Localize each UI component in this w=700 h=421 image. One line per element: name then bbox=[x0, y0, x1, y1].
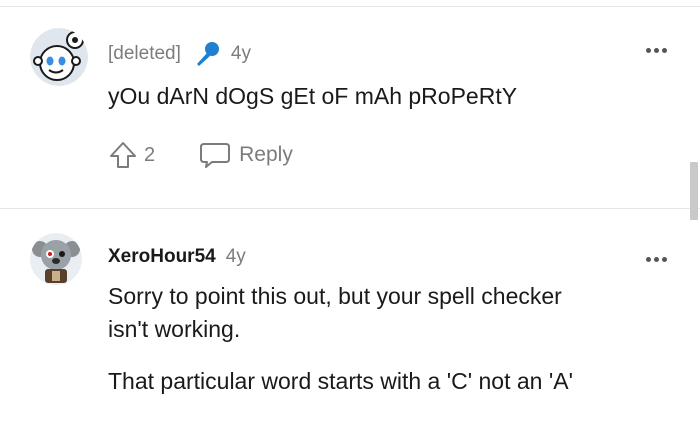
comment-body-line: That particular word starts with a 'C' n… bbox=[108, 368, 573, 394]
comment-age: 4y bbox=[230, 43, 251, 64]
more-options-button[interactable] bbox=[646, 257, 667, 262]
comment-body-line: Sorry to point this out, but your spell … bbox=[108, 283, 562, 309]
comment-body-line: isn't working. bbox=[108, 316, 241, 342]
speech-bubble-icon bbox=[199, 140, 231, 170]
vote-count: 2 bbox=[144, 143, 156, 166]
comment-xerohour54: XeroHour54 4y Sorry to point this out, b… bbox=[0, 209, 700, 421]
comment-body: yOu dArN dOgS gEt oF mAh pRoPeRtY bbox=[108, 83, 518, 109]
upvote-button[interactable]: 2 bbox=[108, 140, 155, 170]
snoo-avatar-icon[interactable] bbox=[30, 28, 88, 86]
reply-label: Reply bbox=[239, 143, 293, 166]
comment-age: 4y bbox=[225, 246, 246, 267]
koala-avatar-icon[interactable] bbox=[30, 233, 82, 285]
username[interactable]: [deleted] bbox=[108, 43, 181, 65]
reply-button[interactable]: Reply bbox=[199, 140, 293, 170]
microphone-icon bbox=[193, 40, 221, 68]
username[interactable]: XeroHour54 bbox=[108, 246, 216, 268]
upvote-arrow-icon bbox=[108, 140, 138, 170]
comment-deleted-user: [deleted] 4y yOu dArN dOgS gEt oF mAh pR… bbox=[0, 0, 700, 208]
more-options-button[interactable] bbox=[646, 48, 667, 53]
